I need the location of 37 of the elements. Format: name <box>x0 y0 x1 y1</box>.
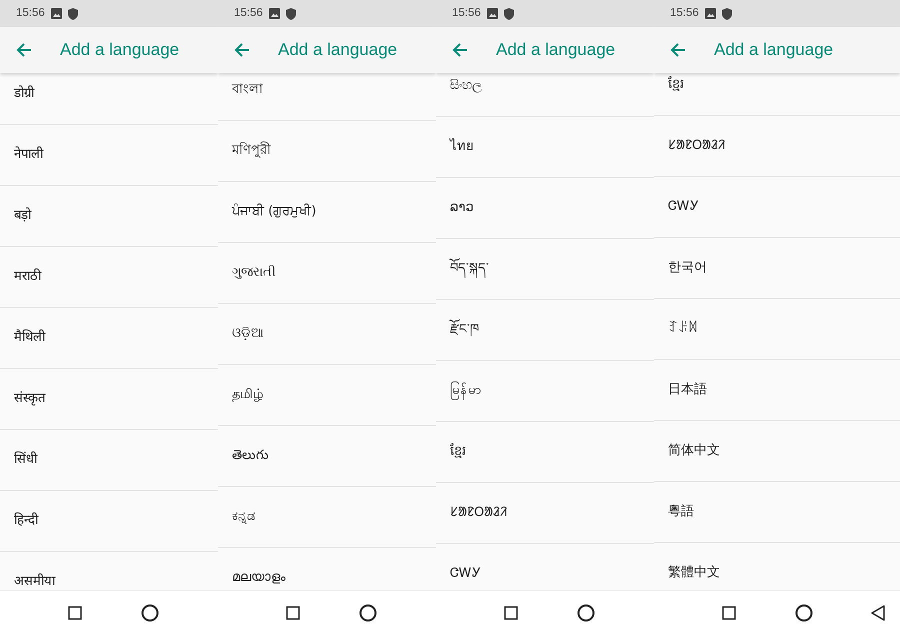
back-arrow-icon[interactable] <box>234 42 250 58</box>
shield-icon <box>68 8 78 20</box>
language-item[interactable]: ខ្មែរ <box>654 73 900 116</box>
back-arrow-icon[interactable] <box>452 42 468 58</box>
recents-button[interactable] <box>504 606 518 620</box>
clock-text: 15:56 <box>670 6 699 21</box>
home-button[interactable] <box>359 604 377 622</box>
recents-button[interactable] <box>286 606 300 620</box>
image-icon <box>268 8 280 19</box>
screen-title: Add a language <box>714 39 834 62</box>
clock-text: 15:56 <box>452 6 481 21</box>
home-button[interactable] <box>795 604 813 622</box>
screen-title: Add a language <box>60 39 180 62</box>
shield-icon <box>286 8 296 20</box>
language-item[interactable]: 日本語 <box>654 360 900 421</box>
screen-title: Add a language <box>278 39 398 62</box>
home-button[interactable] <box>577 604 595 622</box>
image-icon <box>704 8 716 19</box>
language-item[interactable]: ᱥᱟᱱᱛᱟᱲᱤ <box>654 116 900 177</box>
language-item[interactable]: ᏣᎳᎩ <box>654 177 900 238</box>
home-button[interactable] <box>141 604 159 622</box>
recents-button[interactable] <box>722 606 736 620</box>
clock-text: 15:56 <box>234 6 263 21</box>
shield-icon <box>504 8 514 20</box>
back-arrow-icon[interactable] <box>16 42 32 58</box>
language-item[interactable]: ꆈꌠꉙ <box>654 299 900 360</box>
language-item[interactable]: 粵語 <box>654 482 900 543</box>
shield-icon <box>722 8 732 20</box>
image-icon <box>486 8 498 19</box>
back-arrow-icon[interactable] <box>670 42 686 58</box>
clock-text: 15:56 <box>16 6 45 21</box>
language-item[interactable]: 简体中文 <box>654 421 900 482</box>
image-icon <box>50 8 62 19</box>
recents-button[interactable] <box>68 606 82 620</box>
language-item[interactable]: 한국어 <box>654 238 900 299</box>
back-button[interactable] <box>871 605 885 621</box>
screen-title: Add a language <box>496 39 616 62</box>
